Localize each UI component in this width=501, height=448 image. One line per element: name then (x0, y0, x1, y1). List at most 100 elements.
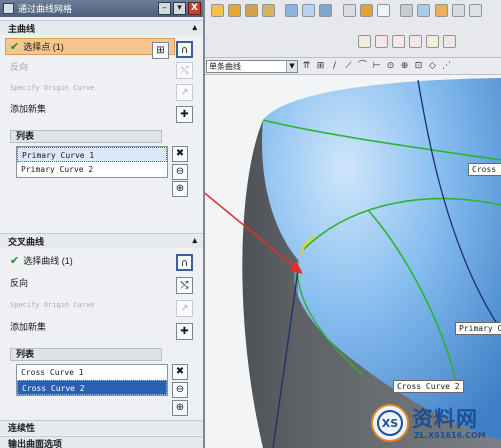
curve-tool-6-icon[interactable] (443, 35, 456, 48)
wireframe-icon[interactable] (377, 4, 390, 17)
cross-curve-tag-bottom: Cross Curve 2 (393, 380, 464, 393)
dialog-menu-button[interactable]: ▾ (173, 2, 186, 15)
rotate-icon[interactable] (302, 4, 315, 17)
settings-icon[interactable] (417, 4, 430, 17)
cross-origin-label: Specify Origin Curve (10, 300, 95, 309)
curve-select-icon[interactable]: ∩ (176, 254, 193, 271)
cross-list-header: 列表 (10, 348, 162, 361)
curve-tool-5-icon[interactable] (426, 35, 439, 48)
cube-icon[interactable] (228, 4, 241, 17)
origin-curve-icon: ↗ (176, 300, 193, 317)
output-surface-section-header[interactable]: 输出曲面选项 (0, 436, 203, 448)
curve-tool-4-icon[interactable] (409, 35, 422, 48)
surface-tool-3-icon[interactable] (469, 4, 482, 17)
box-icon[interactable] (245, 4, 258, 17)
midpoint-icon[interactable]: ⊢ (371, 60, 382, 73)
check-icon: ✔ (10, 254, 20, 267)
selection-filter-bar: 单条曲线 ▼ ⇈ ⊞ / ⟋ ⌒ ⊢ ⊙ ⊕ ⊡ ◇ ⋰ (203, 58, 501, 75)
pole-icon[interactable]: ⋰ (441, 60, 452, 73)
move-down-icon[interactable]: ⊕ (172, 400, 188, 416)
check-icon: ✔ (10, 40, 20, 53)
minimize-button[interactable]: – (158, 2, 171, 15)
dialog-title: 通过曲线网格 (18, 4, 73, 14)
remove-item-icon[interactable]: ✖ (172, 364, 188, 380)
svg-text:XS: XS (382, 417, 398, 430)
curve-tool-3-icon[interactable] (392, 35, 405, 48)
surface-tool-2-icon[interactable] (452, 4, 465, 17)
chevron-down-icon[interactable]: ▼ (286, 60, 297, 72)
tangent-icon[interactable]: ⌒ (357, 60, 368, 73)
solid-icon[interactable] (262, 4, 275, 17)
curve-rule-select[interactable]: 单条曲线 ▼ (206, 59, 298, 73)
primary-section-body: ✔ 选择点 (1) ⊞ ∩ 反向 ⤭ Specify Origin Curve … (0, 38, 203, 181)
cross-section-title: 交叉曲线 (8, 236, 45, 247)
primary-origin-label: Specify Origin Curve (10, 83, 95, 92)
move-up-icon[interactable]: ⊖ (172, 164, 188, 180)
primary-reverse-label: 反向 (10, 62, 29, 72)
mesh-surface-dialog: 通过曲线网格 – ▾ X 主曲线 ▴ ✔ 选择点 (1) ⊞ ∩ 反向 ⤭ Sp… (0, 0, 205, 448)
add-new-set-icon[interactable]: ✚ (176, 106, 193, 123)
primary-origin-row: Specify Origin Curve (0, 78, 203, 97)
intersect-icon[interactable]: ⊕ (399, 60, 410, 73)
cross-curve-list[interactable]: Cross Curve 1 Cross Curve 2 (16, 364, 168, 396)
curve-tool-1-icon[interactable] (358, 35, 371, 48)
primary-list-header: 列表 (10, 130, 162, 143)
move-icon[interactable] (285, 4, 298, 17)
continuity-section-header[interactable]: 连续性 (0, 420, 203, 435)
circle-center-icon[interactable]: ⊙ (385, 60, 396, 73)
snap-icon[interactable]: ⇈ (301, 60, 312, 73)
cross-select-count: (1) (61, 255, 73, 266)
list-item[interactable]: Cross Curve 1 (17, 365, 167, 380)
surface-tool-1-icon[interactable] (435, 4, 448, 17)
primary-select-label: 选择点 (23, 42, 51, 52)
dialog-app-icon (3, 3, 14, 14)
collapse-icon[interactable]: ▴ (192, 235, 197, 246)
view-icon[interactable] (343, 4, 356, 17)
watermark-logo: XS (371, 404, 409, 442)
primary-list-spacer: ⊕ (0, 181, 203, 233)
arc-icon[interactable]: ⟋ (343, 60, 354, 73)
cross-section-header[interactable]: 交叉曲线 ▴ (0, 233, 203, 248)
collapse-icon[interactable]: ▴ (192, 22, 197, 33)
primary-select-row[interactable]: ✔ 选择点 (1) (5, 38, 175, 55)
cross-reverse-row[interactable]: 反向 (0, 273, 203, 292)
cross-select-row[interactable]: ✔ 选择曲线 (1) (0, 251, 203, 270)
watermark-url: ZL.XS1616.COM (414, 431, 486, 440)
cross-section-body: ✔ 选择曲线 (1) ∩ 反向 ⤭ Specify Origin Curve ↗… (0, 251, 203, 421)
main-toolbar (203, 0, 501, 58)
primary-add-set-label: 添加新集 (10, 104, 47, 114)
point-icon[interactable] (211, 4, 224, 17)
cross-origin-row: Specify Origin Curve (0, 295, 203, 314)
watermark: XS 资料网 ZL.XS1616.COM (370, 403, 498, 445)
primary-reverse-row: 反向 (0, 57, 203, 76)
close-button[interactable]: X (188, 2, 201, 15)
move-down-icon[interactable]: ⊕ (172, 181, 188, 197)
cross-select-label: 选择曲线 (23, 256, 60, 266)
dialog-titlebar: 通过曲线网格 – ▾ X (0, 0, 203, 17)
curve-tool-2-icon[interactable] (375, 35, 388, 48)
list-item[interactable]: Primary Curve 2 (17, 162, 167, 177)
primary-curve-list[interactable]: Primary Curve 1 Primary Curve 2 (16, 146, 168, 178)
shade-icon[interactable] (360, 4, 373, 17)
line-icon[interactable]: / (329, 60, 340, 73)
cross-reverse-label: 反向 (10, 278, 29, 288)
quadrant-icon[interactable]: ◇ (427, 60, 438, 73)
primary-section-title: 主曲线 (8, 23, 36, 34)
primary-section-header[interactable]: 主曲线 ▴ (0, 20, 203, 35)
move-up-icon[interactable]: ⊖ (172, 382, 188, 398)
list-item[interactable]: Primary Curve 1 (17, 147, 167, 162)
graphics-viewport[interactable]: 单条曲线 ▼ ⇈ ⊞ / ⟋ ⌒ ⊢ ⊙ ⊕ ⊡ ◇ ⋰ Cross Cu Pr… (203, 0, 501, 448)
layer-icon[interactable] (400, 4, 413, 17)
curve-select-icon[interactable]: ∩ (176, 41, 193, 58)
add-new-set-icon[interactable]: ✚ (176, 323, 193, 340)
endpoint-icon[interactable]: ⊡ (413, 60, 424, 73)
list-item[interactable]: Cross Curve 2 (17, 380, 167, 395)
watermark-title: 资料网 (412, 407, 478, 431)
fit-icon[interactable] (319, 4, 332, 17)
reverse-direction-icon[interactable]: ⤭ (176, 277, 193, 294)
reverse-direction-icon: ⤭ (176, 62, 193, 79)
curve-rule-value: 单条曲线 (209, 61, 241, 71)
cross-add-set-row: 添加新集 (0, 317, 203, 336)
grid-snap-icon[interactable]: ⊞ (315, 60, 326, 73)
remove-item-icon[interactable]: ✖ (172, 146, 188, 162)
